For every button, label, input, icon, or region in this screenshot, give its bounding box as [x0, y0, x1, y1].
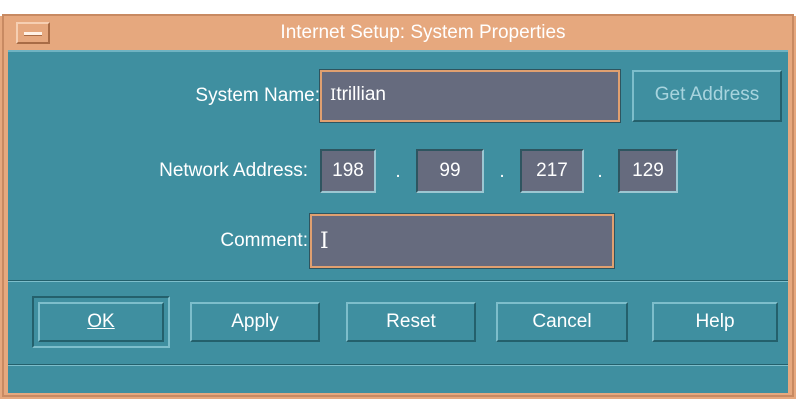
separator-bottom: [8, 364, 788, 366]
ip-octet-1-input[interactable]: 198: [320, 149, 376, 193]
window-title: Internet Setup: System Properties: [280, 22, 566, 43]
window-menu-icon[interactable]: [16, 22, 50, 44]
network-address-label: Network Address:: [159, 160, 308, 181]
comment-input[interactable]: I: [309, 213, 615, 269]
dialog-window: Internet Setup: System Properties System…: [0, 0, 796, 399]
ip-separator-2: .: [499, 161, 505, 182]
window-frame-right[interactable]: [788, 16, 796, 399]
cancel-button-label: Cancel: [532, 311, 592, 332]
text-cursor-icon: I: [330, 85, 337, 104]
window-frame-left[interactable]: [0, 16, 8, 399]
ok-button-label: OK: [87, 311, 115, 332]
ok-button[interactable]: OK: [38, 302, 164, 342]
comment-label: Comment:: [220, 230, 308, 251]
help-button[interactable]: Help: [652, 302, 778, 342]
system-name-label: System Name:: [195, 85, 320, 106]
ip-octet-2-input[interactable]: 99: [416, 149, 484, 193]
cancel-button[interactable]: Cancel: [496, 302, 628, 342]
dialog-client-area: System Name: Itrillian Get Address Netwo…: [8, 50, 788, 393]
ip-separator-3: .: [597, 161, 603, 182]
system-name-input[interactable]: Itrillian: [319, 69, 621, 123]
system-name-value: trillian: [336, 84, 386, 105]
ip-octet-4-input[interactable]: 129: [618, 149, 678, 193]
help-button-label: Help: [695, 311, 735, 332]
separator-top: [8, 280, 788, 282]
apply-button-label: Apply: [231, 311, 279, 332]
get-address-label: Get Address: [654, 84, 760, 105]
text-cursor-icon: I: [320, 229, 329, 254]
get-address-button[interactable]: Get Address: [632, 70, 782, 122]
ip-octet-3-input[interactable]: 217: [520, 149, 584, 193]
title-bar[interactable]: Internet Setup: System Properties: [8, 16, 788, 51]
reset-button[interactable]: Reset: [346, 302, 476, 342]
ip-separator-1: .: [395, 161, 401, 182]
reset-button-label: Reset: [386, 311, 436, 332]
apply-button[interactable]: Apply: [190, 302, 320, 342]
